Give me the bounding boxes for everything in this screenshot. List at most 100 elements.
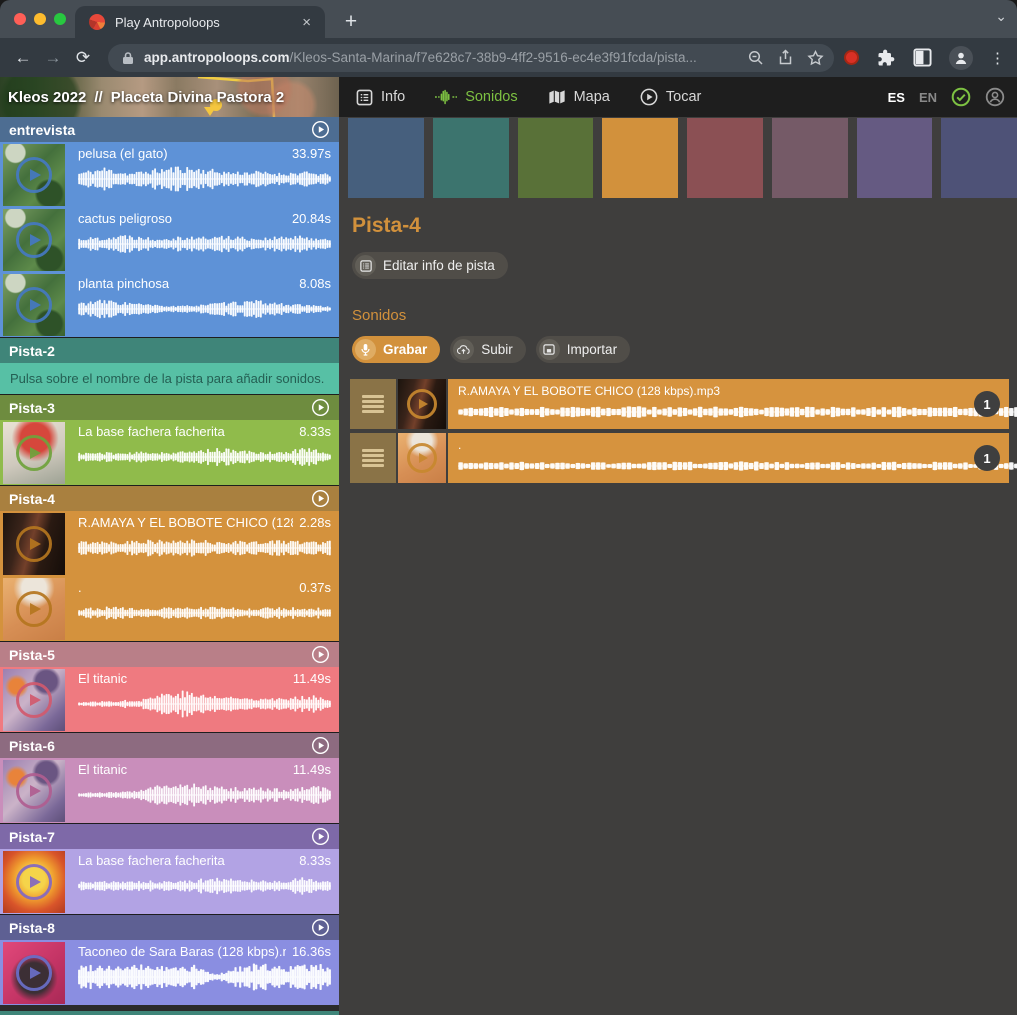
- clip-duration: 33.97s: [292, 146, 331, 161]
- sound-play-icon[interactable]: [407, 443, 437, 473]
- extensions-puzzle-icon[interactable]: [876, 48, 896, 68]
- track-header-pista7[interactable]: Pista-7: [0, 824, 339, 849]
- drag-handle[interactable]: [350, 433, 396, 483]
- back-button[interactable]: ←: [8, 48, 38, 68]
- tab-mapa[interactable]: Mapa: [548, 89, 610, 105]
- play-track-icon[interactable]: [311, 398, 330, 417]
- browser-menu-icon[interactable]: ⋮: [990, 49, 1005, 67]
- track-header-pista5[interactable]: Pista-5: [0, 642, 339, 667]
- tab-info[interactable]: Info: [356, 89, 405, 106]
- clip-pelusa[interactable]: pelusa (el gato)33.97s: [0, 142, 339, 207]
- upload-button[interactable]: Subir: [450, 336, 526, 363]
- drag-handle[interactable]: [350, 379, 396, 429]
- sound-thumbnail: [398, 433, 446, 483]
- clip-titanic[interactable]: El titanic11.49s: [0, 667, 339, 732]
- play-track-icon[interactable]: [311, 827, 330, 846]
- clip-duration: 16.36s: [292, 944, 331, 959]
- track-header-pista8[interactable]: Pista-8: [0, 915, 339, 940]
- sound-play-icon[interactable]: [407, 389, 437, 419]
- share-icon[interactable]: [778, 49, 793, 66]
- track-tile-1[interactable]: [348, 118, 424, 198]
- track-header-pista6[interactable]: Pista-6: [0, 733, 339, 758]
- address-bar[interactable]: app.antropoloops.com/Kleos-Santa-Marina/…: [108, 44, 834, 72]
- track-header-pista2[interactable]: Pista-2: [0, 338, 339, 363]
- record-extension-icon[interactable]: [844, 50, 859, 65]
- waveform: [78, 229, 331, 259]
- sound-title: R.AMAYA Y EL BOBOTE CHICO (128 kbps).mp3: [458, 384, 1009, 398]
- zoom-out-icon[interactable]: [748, 50, 764, 66]
- play-track-icon[interactable]: [311, 645, 330, 664]
- project-map-thumbnail[interactable]: Kleos 2022 // Placeta Divina Pastora 2: [0, 77, 339, 117]
- tab-strip: Play Antropoloops × + ⌄: [0, 0, 1017, 38]
- new-tab-button[interactable]: +: [338, 9, 364, 35]
- side-panel-icon[interactable]: [913, 48, 932, 67]
- tab-search-chevron-icon[interactable]: ⌄: [995, 8, 1007, 25]
- close-window-button[interactable]: [14, 13, 26, 25]
- reload-button[interactable]: ⟳: [68, 48, 98, 68]
- track-tile-2[interactable]: [433, 118, 509, 198]
- bookmark-star-icon[interactable]: [807, 50, 824, 66]
- fullscreen-window-button[interactable]: [54, 13, 66, 25]
- extension-icons: ⋮: [844, 46, 1011, 70]
- clip-play-icon[interactable]: [16, 435, 52, 471]
- clip-titanic[interactable]: El titanic11.49s: [0, 758, 339, 823]
- clip-play-icon[interactable]: [16, 222, 52, 258]
- clip-play-icon[interactable]: [16, 287, 52, 323]
- forward-button[interactable]: →: [38, 48, 68, 68]
- clip-play-icon[interactable]: [16, 157, 52, 193]
- minimize-window-button[interactable]: [34, 13, 46, 25]
- clip-duration: 20.84s: [292, 211, 331, 226]
- clip-planta[interactable]: planta pinchosa8.08s: [0, 272, 339, 337]
- clip-play-icon[interactable]: [16, 682, 52, 718]
- clip-ramaya[interactable]: R.AMAYA Y EL BOBOTE CHICO (128 kbps)....…: [0, 511, 339, 576]
- clip-play-icon[interactable]: [16, 591, 52, 627]
- lang-en[interactable]: EN: [919, 90, 937, 105]
- import-box-icon: [539, 339, 560, 360]
- profile-avatar[interactable]: [949, 46, 973, 70]
- play-track-icon[interactable]: [311, 489, 330, 508]
- clip-cactus[interactable]: cactus peligroso20.84s: [0, 207, 339, 272]
- track-tile-4-active[interactable]: [602, 118, 678, 198]
- clip-thumbnail: [3, 760, 65, 822]
- track-name: Pista-2: [9, 343, 330, 359]
- track-tile-5[interactable]: [687, 118, 763, 198]
- play-track-icon[interactable]: [311, 918, 330, 937]
- play-track-icon[interactable]: [311, 736, 330, 755]
- clip-thumbnail: [3, 669, 65, 731]
- sound-row[interactable]: R.AMAYA Y EL BOBOTE CHICO (128 kbps).mp3…: [350, 379, 1009, 429]
- sound-row-body[interactable]: . 1: [448, 433, 1009, 483]
- track-tile-3[interactable]: [518, 118, 594, 198]
- edit-track-info-button[interactable]: Editar info de pista: [352, 252, 508, 279]
- clip-play-icon[interactable]: [16, 864, 52, 900]
- import-button[interactable]: Importar: [536, 336, 630, 363]
- track-header-pista3[interactable]: Pista-3: [0, 395, 339, 420]
- sound-row[interactable]: . 1: [350, 433, 1009, 483]
- saved-check-icon: [951, 87, 971, 107]
- account-icon[interactable]: [985, 87, 1005, 107]
- track-tile-8[interactable]: [941, 118, 1017, 198]
- tab-tocar[interactable]: Tocar: [640, 88, 701, 106]
- clip-base-fachera[interactable]: La base fachera facherita8.33s: [0, 849, 339, 914]
- record-button[interactable]: Grabar: [352, 336, 440, 363]
- sound-row-body[interactable]: R.AMAYA Y EL BOBOTE CHICO (128 kbps).mp3…: [448, 379, 1009, 429]
- close-tab-icon[interactable]: ×: [298, 14, 315, 31]
- track-header-pista4[interactable]: Pista-4: [0, 486, 339, 511]
- clip-dot[interactable]: .0.37s: [0, 576, 339, 641]
- browser-window: Play Antropoloops × + ⌄ ← → ⟳ app.antrop…: [0, 0, 1017, 1015]
- record-button-label: Grabar: [383, 342, 427, 357]
- app-header: Kleos 2022 // Placeta Divina Pastora 2 I…: [0, 77, 1017, 117]
- tab-sonidos[interactable]: Sonidos: [435, 89, 517, 105]
- clip-base-fachera[interactable]: La base fachera facherita8.33s: [0, 420, 339, 485]
- track-tile-6[interactable]: [772, 118, 848, 198]
- clip-play-icon[interactable]: [16, 773, 52, 809]
- browser-tab[interactable]: Play Antropoloops ×: [75, 6, 325, 38]
- clip-taconeo[interactable]: Taconeo de Sara Baras (128 kbps).mp316.3…: [0, 940, 339, 1005]
- clip-duration: 8.08s: [299, 276, 331, 291]
- lang-es[interactable]: ES: [888, 90, 905, 105]
- clip-play-icon[interactable]: [16, 526, 52, 562]
- track-header-entrevista[interactable]: entrevista: [0, 117, 339, 142]
- clip-play-icon[interactable]: [16, 955, 52, 991]
- play-track-icon[interactable]: [311, 120, 330, 139]
- tab-sonidos-label: Sonidos: [465, 89, 517, 105]
- track-tile-7[interactable]: [857, 118, 933, 198]
